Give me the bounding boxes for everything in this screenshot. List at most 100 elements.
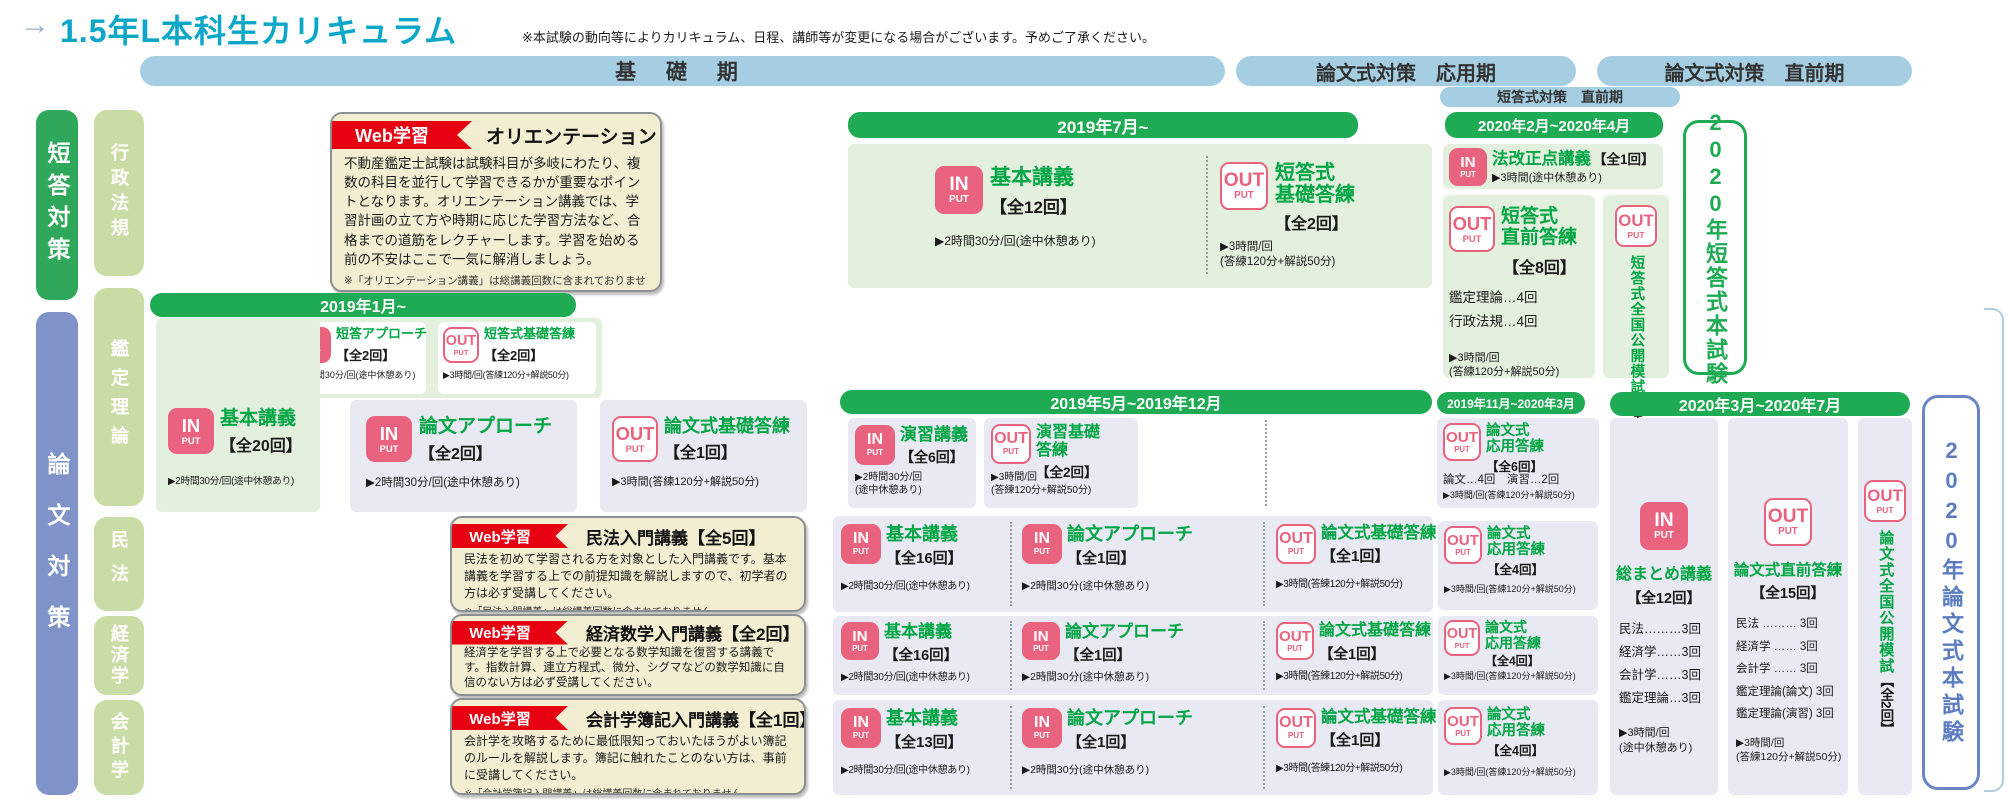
course-detail: 鑑定理論…3回 [1619,687,1718,710]
card-kaikei-ouyou: OUTPUT 論文式 応用答練 【全4回】 ▶3時間/回(答練120分+解説50… [1438,700,1598,795]
course-time: ▶3時間(答練120分+解説50分) [1276,762,1437,775]
subject-gyosei-label: 行政法規 [106,143,132,243]
card-kantei-ouyou: OUTPUT 論文式 応用答練 【全6回】 論文…4回 演習…2回 ▶3時間/回… [1437,418,1599,508]
datebar-2019-01: 2019年1月~ [150,293,576,317]
subject-minpo: 民法 [94,517,144,611]
course-title: 論文式 応用答練 [1486,423,1544,455]
card-enshu-kiso: OUTPUT 演習基礎 答練 【全2回】 ▶3時間/回 (答練120分+解説50… [984,418,1138,508]
course-count: 【全1回】 [1593,148,1655,168]
course-title: 演習講義 [900,425,968,444]
course-time: ▶2時間30分/回(途中休憩あり) [935,234,1096,250]
dotted-divider [1265,420,1267,506]
course-title: 短答式基礎答練 [484,327,575,342]
course-time: ▶2時間30分/回(途中休憩あり) [366,476,552,491]
course-title: 論文式基礎答練 [1321,524,1437,542]
course-time: ▶3時間(答練120分+解説50分) [612,475,790,489]
course-title: 基本講義 [990,166,1077,190]
course-count: 【全1回】 [664,439,790,463]
output-badge: OUTPUT [1276,708,1316,748]
course-count: 【全13回】 [886,731,963,752]
course-time: ▶3時間/回(答練120分+解説50分) [443,370,575,382]
course-title: 論文式直前答練 [1734,562,1843,579]
course-time: ▶2時間30分/回(途中休憩あり) [841,764,970,777]
course-keizai-approach: INPUT 論文アプローチ 【全1回】 ▶2時間30分(途中休憩あり) [1022,622,1184,685]
panel-ronbun-moshi: OUTPUT 論文式全国公開模試【全2回】 [1858,418,1912,795]
webbox-note: ※「経済数学入門講義」は総講義回数に含まれておりません。 [464,693,792,696]
subject-gyosei: 行政法規 [94,110,144,276]
course-count: 【全12回】 [1627,587,1701,608]
course-title: 基本講義 [220,408,302,429]
dotted-divider [1263,621,1265,690]
phase-bar-kiso: 基 礎 期 [140,56,1225,86]
course-detail: 民法………3回 [1619,618,1718,641]
course-time: ▶3時間/回 (途中休憩あり) [1619,726,1718,755]
course-time: ▶3時間/回(答練120分+解説50分) [1444,767,1576,779]
course-time: ▶2時間30分/回(途中休憩あり) [841,580,970,593]
input-badge: INPUT [855,425,895,465]
input-badge: INPUT [1022,622,1060,660]
dotted-divider [1010,621,1012,690]
course-kaikei-approach: INPUT 論文アプローチ 【全1回】 ▶2時間30分(途中休憩あり) [1022,708,1193,778]
input-badge: INPUT [1640,502,1688,550]
page-title: 1.5年L本科生カリキュラム [60,6,457,52]
course-count: 【全12回】 [990,193,1077,218]
exam-ronbun-label: 2020年論文式本試験 [1935,438,1967,747]
web-study-ribbon: Web学習 [450,524,568,548]
datebar-2020-02: 2020年2月~2020年4月 [1445,112,1663,138]
input-badge: INPUT [841,708,881,748]
webbox-keizai: Web学習 経済数学入門講義【全2回】 経済学を学習する上で必要となる数学知識を… [450,614,806,696]
course-time: ▶2時間30分/回(途中休憩あり) [168,476,302,489]
course-count: 【全2回】 [336,345,427,364]
webbox-body: 会計学を攻略するために最低限知っておいたほうがよい簿記のルールを解説します。簿記… [464,733,792,783]
course-count: 【全16回】 [886,547,963,568]
output-badge: OUTPUT [612,416,658,462]
subject-kaikei-label: 会計学 [106,712,132,784]
course-title: 論文アプローチ [1065,622,1184,641]
course-title: 論文式 応用答練 [1487,526,1545,558]
input-badge: INPUT [841,524,881,564]
course-time: ▶3時間/回 (答練120分+解説50分) [1220,240,1355,270]
output-badge: OUTPUT [1276,524,1316,564]
webbox-body: 不動産鑑定士試験は試験科目が多岐にわたり、複数の科目を並行して学習できるかが重要… [344,154,648,269]
course-count: 【全2回】 [419,440,552,464]
dotted-divider [1206,156,1208,274]
course-tanto-chokuzen: OUTPUT 短答式 直前答練 【全8回】 鑑定理論…4回 行政法規…4回 ▶3… [1449,206,1591,379]
datebar-2020-03: 2020年3月~2020年7月 [1610,392,1910,416]
course-minpo-approach: INPUT 論文アプローチ 【全1回】 ▶2時間30分(途中休憩あり) [1022,524,1193,594]
course-time: ▶3時間/回(答練120分+解説50分) [1443,490,1575,502]
exam-box-tanto: 2020年短答式本試験 [1683,120,1747,375]
webbox-title: 会計学簿記入門講義【全1回】 [586,706,806,731]
output-badge: OUTPUT [1443,423,1481,461]
course-title: 論文式基礎答練 [1321,708,1437,726]
course-count: 【全1回】 [1065,644,1184,665]
card-enshu-kogi: INPUT 演習講義 【全6回】 ▶2時間30分/回 (途中休憩あり) [848,418,976,508]
course-count: 【全2回】 [484,345,575,364]
course-title: 論文式 応用答練 [1487,707,1545,739]
course-count: 【全8回】 [1503,254,1591,278]
course-time: ▶3時間(答練120分+解説50分) [1276,670,1431,683]
course-detail: 行政法規…4回 [1449,310,1591,334]
course-detail: 鑑定理論(論文) 3回 [1736,681,1848,703]
course-time: ▶3時間/回(答練120分+解説50分) [1444,671,1576,683]
course-kaikei-kiso: OUTPUT 論文式基礎答練 【全1回】 ▶3時間(答練120分+解説50分) [1276,708,1437,775]
datebar-2019-05: 2019年5月~2019年12月 [840,390,1432,414]
course-count: 【全1回】 [1319,643,1431,664]
course-title: 論文式 応用答練 [1485,620,1541,651]
webbox-minpo: Web学習 民法入門講義【全5回】 民法を初めて学習される方を対象とした入門講義… [450,516,806,612]
output-badge: OUTPUT [1220,162,1268,210]
webbox-note: ※「オリエンテーション講義」は総講義回数に含まれておりません。 [344,273,648,292]
web-study-ribbon: Web学習 [330,121,472,149]
course-detail: 民法 ……… 3回 [1736,613,1848,635]
course-detail: 鑑定理論…4回 [1449,286,1591,310]
output-badge: OUTPUT [1864,480,1906,522]
course-time: ▶3時間(途中休憩あり) [1492,171,1655,185]
course-keizai-kihon: INPUT 基本講義 【全16回】 ▶2時間30分/回(途中休憩あり) [841,622,970,684]
dotted-divider [1010,522,1012,606]
course-gyosei-kihon: INPUT 基本講義 【全12回】 ▶2時間30分/回(途中休憩あり) [935,166,1096,249]
course-title: 演習基礎 答練 [1036,424,1100,460]
course-hokaisei: INPUT 法改正点講義 【全1回】 ▶3時間(途中休憩あり) [1449,148,1655,186]
course-title: 論文式基礎答練 [1319,622,1431,640]
panel-matome: INPUT 総まとめ講義 【全12回】 民法………3回 経済学……3回 会計学…… [1610,418,1718,795]
course-count: 【全20回】 [220,432,302,456]
webbox-kaikei: Web学習 会計学簿記入門講義【全1回】 会計学を攻略するために最低限知っておい… [450,698,806,795]
